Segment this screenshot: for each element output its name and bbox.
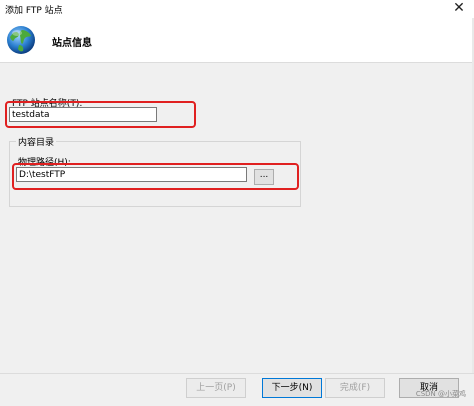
window-title: 添加 FTP 站点	[5, 6, 63, 16]
watermark: CSDN @小菜鸡	[415, 390, 466, 398]
next-button[interactable]: 下一步(N)	[262, 378, 322, 398]
page-title: 站点信息	[52, 38, 92, 49]
content-directory-legend: 内容目录	[16, 135, 57, 148]
finish-button[interactable]: 完成(F)	[325, 378, 385, 398]
page-header: 站点信息	[0, 18, 474, 63]
globe-icon	[7, 26, 35, 54]
title-bar: 添加 FTP 站点 ✕	[0, 0, 474, 18]
previous-button[interactable]: 上一页(P)	[186, 378, 246, 398]
close-icon[interactable]: ✕	[450, 0, 468, 18]
physical-path-highlight	[12, 163, 299, 190]
site-name-highlight	[5, 101, 196, 128]
